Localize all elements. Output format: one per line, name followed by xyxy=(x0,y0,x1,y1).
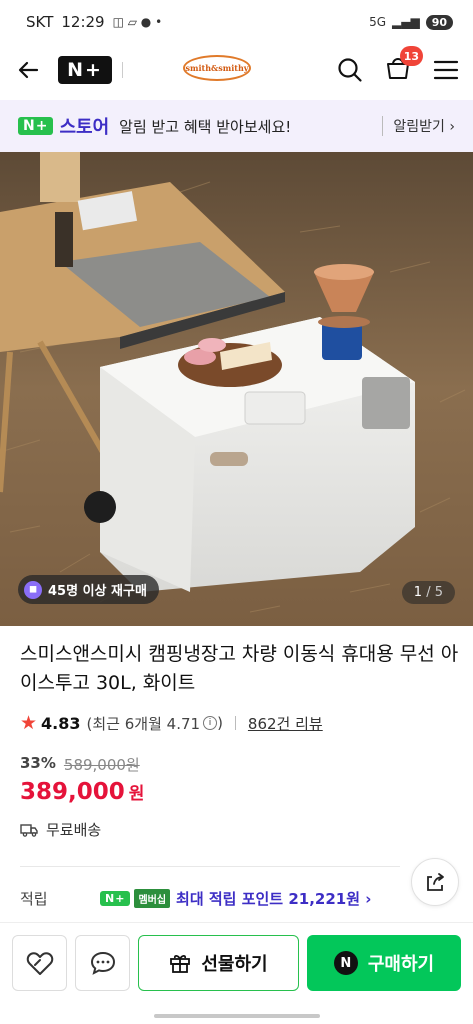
heart-icon xyxy=(26,952,53,975)
product-image-carousel[interactable]: ◼ 45명 이상 재구매 1 / 5 xyxy=(0,152,473,626)
gift-button[interactable]: 선물하기 xyxy=(138,935,299,991)
discount-row: 33% 589,000원 xyxy=(20,754,460,775)
product-info: 스미스앤스미시 캠핑냉장고 차량 이동식 휴대용 무선 아이스투고 30L, 화… xyxy=(20,640,460,840)
star-icon: ★ xyxy=(20,712,38,734)
store-logo: N+ 스토어 xyxy=(18,113,109,139)
image-pager: 1 / 5 xyxy=(401,581,455,604)
time: 12:29 xyxy=(61,13,105,31)
max-points-link[interactable]: 최대 적립 포인트 21,221원 › xyxy=(176,888,371,909)
carrier: SKT xyxy=(26,13,54,31)
store-label: 스토어 xyxy=(59,117,110,138)
promo-text: 알림 받고 혜택 받아보세요! xyxy=(119,117,292,136)
reviews-link[interactable]: 862건 리뷰 xyxy=(248,713,323,734)
naver-plus-badge-small: N+ xyxy=(100,891,131,906)
rebuy-text: 45명 이상 재구매 xyxy=(48,584,147,599)
rebuy-badge: ◼ 45명 이상 재구매 xyxy=(18,575,159,604)
cart-button[interactable]: 13 xyxy=(385,46,423,85)
pager-current: 1 xyxy=(413,585,423,600)
membership-label: 멤버십 xyxy=(134,889,171,908)
arrow-left-icon xyxy=(18,61,39,79)
discount-rate: 33% xyxy=(20,754,56,772)
naver-plus-badge: N+ xyxy=(18,117,54,135)
recent-rating-close: ) xyxy=(217,714,223,732)
notification-icons: ◫ ▱ ● • xyxy=(112,15,163,29)
back-button[interactable] xyxy=(14,55,44,85)
price-value: 389,000 xyxy=(20,779,125,805)
wishlist-button[interactable] xyxy=(12,935,67,991)
gift-label: 선물하기 xyxy=(201,954,268,975)
header-divider xyxy=(122,62,123,78)
rating-score: 4.83 xyxy=(41,713,81,733)
menu-icon[interactable] xyxy=(433,57,459,83)
pager-total: / 5 xyxy=(426,585,443,600)
subscribe-alert-link[interactable]: 알림받기 › xyxy=(382,116,455,136)
bottom-action-bar: 선물하기 N 구매하기 xyxy=(0,922,473,1024)
section-divider xyxy=(20,866,400,867)
chat-bubble-icon xyxy=(90,951,115,975)
recent-rating: (최근 6개월 4.71 xyxy=(86,714,201,733)
battery-icon: 90 xyxy=(425,14,453,30)
signal-icon: ▂▄▆ xyxy=(392,15,420,29)
shipping-row: 무료배송 xyxy=(20,819,460,840)
app-header: N+ smith&smithy 13 xyxy=(0,44,473,96)
shipping-text: 무료배송 xyxy=(46,821,102,839)
product-title: 스미스앤스미시 캠핑냉장고 차량 이동식 휴대용 무선 아이스투고 30L, 화… xyxy=(20,643,459,694)
chat-button[interactable] xyxy=(75,935,130,991)
sale-price: 389,000 원 xyxy=(20,779,460,805)
cart-count-badge: 13 xyxy=(399,46,423,66)
rating-divider xyxy=(234,716,236,730)
status-bar: SKT 12:29 ◫ ▱ ● • 5G ▂▄▆ 90 xyxy=(0,0,473,44)
search-icon[interactable] xyxy=(337,57,363,83)
home-indicator[interactable] xyxy=(154,1014,320,1018)
rating-row: ★ 4.83 (최근 6개월 4.71 i ) 862건 리뷰 xyxy=(20,712,460,734)
truck-icon xyxy=(20,823,38,837)
product-photo xyxy=(0,152,473,626)
buy-button[interactable]: N 구매하기 xyxy=(307,935,461,991)
points-label: 적립 xyxy=(20,890,48,908)
info-icon[interactable]: i xyxy=(203,716,218,730)
network-icon: 5G xyxy=(369,15,386,29)
points-row[interactable]: 적립 N+ 멤버십 최대 적립 포인트 21,221원 › xyxy=(20,888,460,909)
price-currency: 원 xyxy=(128,784,145,804)
naver-pay-icon: N xyxy=(333,951,358,975)
brand-logo[interactable]: smith&smithy xyxy=(183,55,251,81)
original-price: 589,000원 xyxy=(63,756,140,774)
gift-icon xyxy=(170,954,191,973)
repurchase-icon: ◼ xyxy=(24,580,42,599)
notification-promo-banner[interactable]: N+ 스토어 알림 받고 혜택 받아보세요! 알림받기 › xyxy=(0,100,473,152)
naver-plus-logo[interactable]: N+ xyxy=(58,56,112,84)
buy-label: 구매하기 xyxy=(367,954,435,975)
membership-badge: N+ 멤버십 xyxy=(100,889,171,908)
